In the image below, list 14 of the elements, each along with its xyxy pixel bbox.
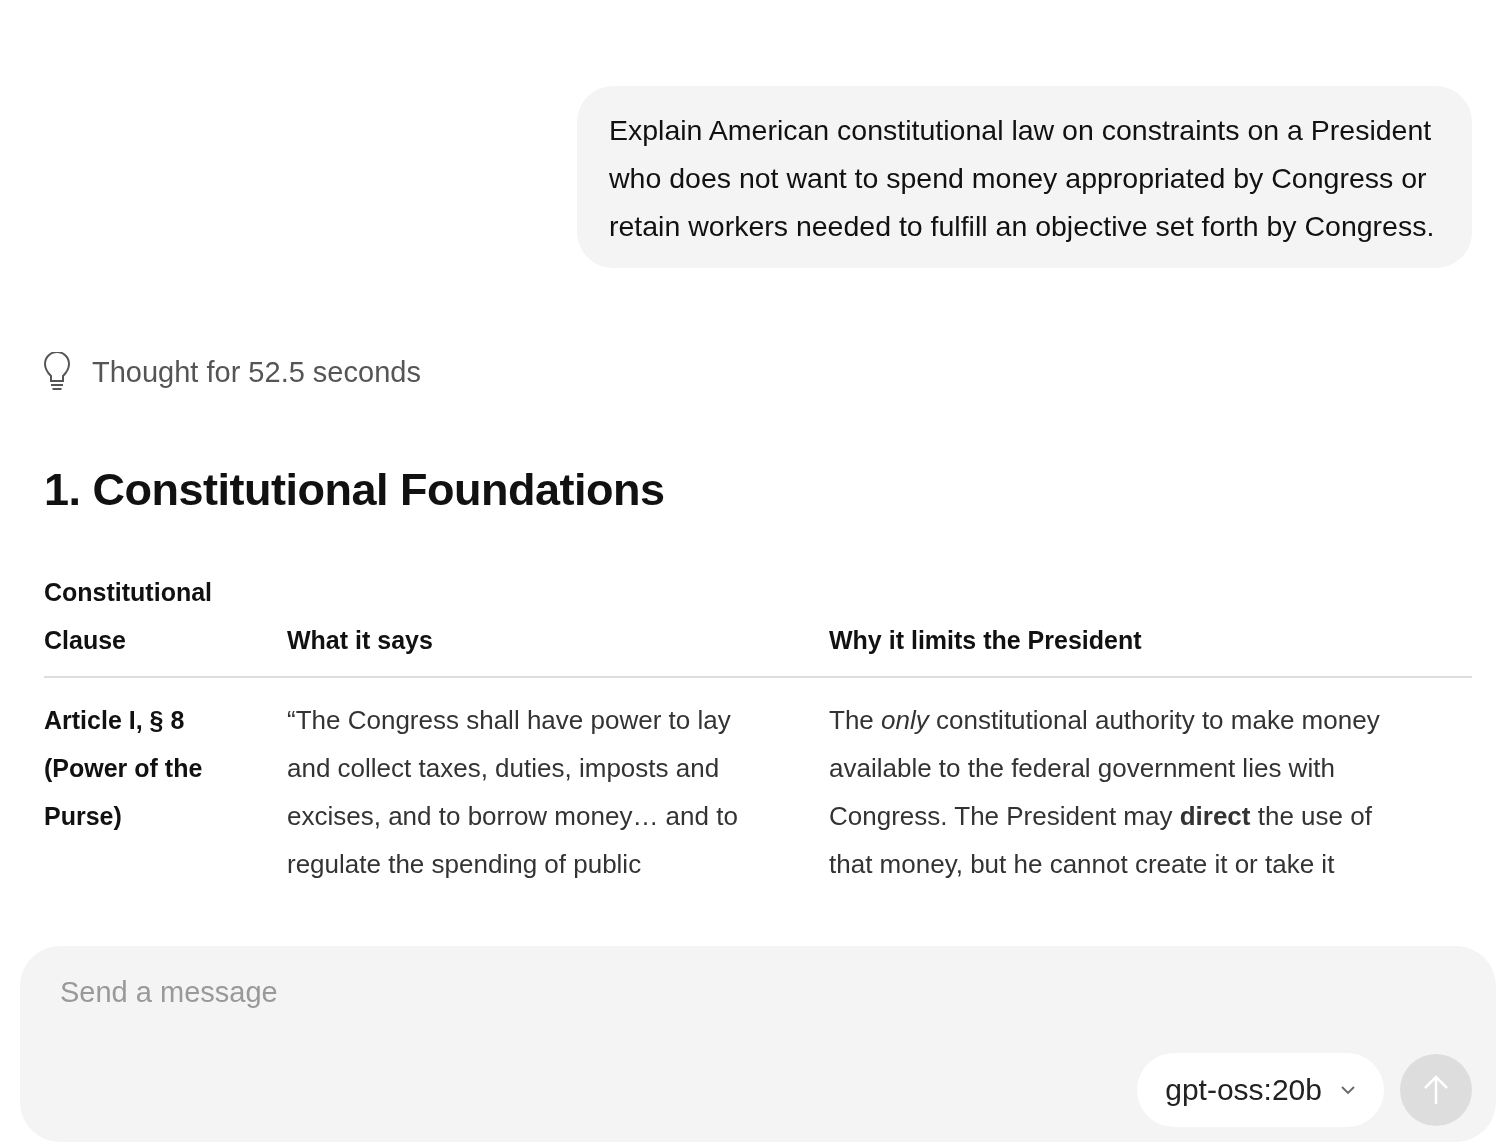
table-cell-text: “The Congress shall have power to lay and collect taxes, duties, imposts and excises, and to borrow money… and to regulate the spending of public	[287, 704, 739, 881]
table-cell-text: Article I, § 8 (Power of the Purse)	[44, 705, 204, 832]
thought-label[interactable]: Thought for 52.5 seconds	[92, 355, 421, 389]
model-selector[interactable]: gpt-oss:20b	[1137, 1053, 1384, 1127]
column-header: Why it limits the President	[829, 625, 1143, 656]
chevron-down-icon	[1340, 1085, 1356, 1095]
user-message: Explain American constitutional law on constraints on a President who does not want to spend money appropriated by Congress or retain workers needed to fulfill an objective set forth by Congress.	[577, 86, 1472, 268]
lightbulb-icon	[44, 352, 70, 392]
arrow-up-icon	[1423, 1074, 1449, 1106]
message-input[interactable]: Send a message	[60, 976, 660, 1009]
table-cell-text: The only constitutional authority to make money available to the federal government lies with Congress. The President may direct the use of that money, but he cannot create it or take it	[829, 704, 1381, 881]
column-header: What it says	[287, 625, 434, 656]
section-heading: 1. Constitutional Foundations	[44, 463, 666, 517]
column-header: Constitutional Clause	[44, 577, 214, 656]
